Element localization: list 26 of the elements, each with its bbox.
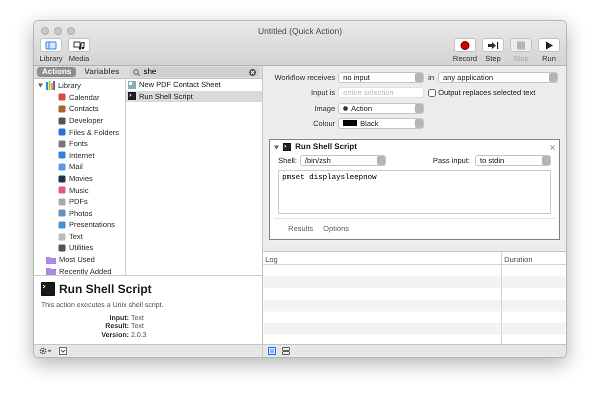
action-title: Run Shell Script: [295, 141, 357, 153]
search-input[interactable]: she: [143, 66, 246, 78]
split-view-icon: [282, 347, 290, 355]
close-icon[interactable]: [550, 144, 555, 150]
music-note-icon: [73, 40, 85, 50]
step-icon: [487, 40, 499, 50]
gear-menu-icon: [39, 347, 53, 355]
library-icon: [46, 81, 55, 90]
stop-icon: [515, 40, 527, 50]
colour-swatch: [343, 120, 358, 126]
terminal-icon: [41, 282, 55, 296]
action-title: Run Shell Script: [59, 281, 152, 298]
search-field[interactable]: she: [130, 67, 260, 77]
photos-icon: [128, 80, 136, 89]
window-title: Untitled (Quick Action): [258, 25, 342, 38]
output-replaces-checkbox[interactable]: [428, 88, 436, 97]
play-icon: [543, 40, 555, 50]
terminal-icon: [283, 143, 292, 151]
sidebar-icon: [45, 40, 57, 50]
search-icon: [133, 68, 140, 76]
record-icon: [459, 40, 471, 50]
collapse-icon: [59, 347, 67, 355]
list-view-icon: [268, 347, 276, 355]
sidebar-tab[interactable]: Variables: [79, 67, 124, 77]
clear-icon: [249, 68, 256, 76]
terminal-icon: [128, 92, 136, 100]
